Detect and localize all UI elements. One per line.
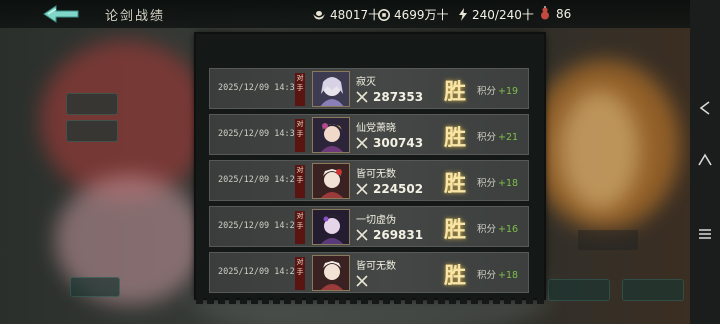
record-time: 2025/12/09 14:25: [218, 175, 300, 185]
score-change: 积分 +18: [477, 267, 518, 281]
opponent-avatar[interactable]: [312, 163, 350, 199]
result-win: 胜: [444, 125, 467, 151]
crossed-swords-icon: [356, 137, 368, 149]
page-title: 论剑战绩: [105, 9, 166, 24]
opponent-power: 300743: [356, 136, 423, 150]
record-time: 2025/12/09 14:23: [218, 221, 300, 231]
score-change: 积分 +21: [477, 129, 518, 143]
back-button[interactable]: [40, 3, 84, 25]
score-delta: +19: [498, 86, 519, 97]
score-change: 积分 +19: [477, 83, 518, 97]
record-row[interactable]: 2025/12/09 14:23 对手 一切虚伪 269831 胜 积分 +16: [209, 206, 529, 247]
ingot-value: 48017十: [330, 8, 381, 22]
score-label: 积分: [477, 270, 497, 281]
opponent-tag: 对手: [295, 165, 305, 198]
opponent-tag: 对手: [295, 211, 305, 244]
opponent-tag: 对手: [295, 257, 305, 290]
crossed-swords-icon: [356, 229, 368, 241]
background-shadow: [578, 230, 638, 250]
score-delta: +18: [498, 178, 519, 189]
opponent-power: 287353: [356, 90, 423, 104]
ingot-icon: [313, 11, 325, 20]
crossed-swords-icon: [356, 183, 368, 195]
background-emblem-highlight: [560, 90, 640, 210]
record-row[interactable]: 2025/12/09 14:21 对手 皆可无数 胜 积分 +18: [209, 252, 529, 293]
panel-torn-edge: [196, 298, 544, 304]
background-button: [66, 120, 118, 142]
crossed-swords-icon: [356, 275, 368, 287]
menu-icon[interactable]: [697, 226, 713, 242]
opponent-name: 一切虚伪: [356, 215, 396, 226]
result-win: 胜: [444, 79, 467, 105]
record-row[interactable]: 2025/12/09 14:30 对手 仙党萧晓 300743 胜 积分 +21: [209, 114, 529, 155]
home-icon[interactable]: [697, 152, 713, 168]
opponent-name: 皆可无数: [356, 169, 396, 180]
score-delta: +16: [498, 224, 519, 235]
score-label: 积分: [477, 86, 497, 97]
coin-icon: [378, 9, 390, 21]
background-button: [548, 279, 610, 301]
record-time: 2025/12/09 14:30: [218, 129, 300, 139]
opponent-name: 寂灭: [356, 77, 376, 88]
opponent-power: 224502: [356, 182, 423, 196]
opponent-tag: 对手: [295, 73, 305, 106]
record-list[interactable]: 2025/12/09 14:31 对手 寂灭 287353 胜 积分 +19 20…: [209, 68, 529, 294]
opponent-avatar[interactable]: [312, 255, 350, 291]
opponent-avatar[interactable]: [312, 209, 350, 245]
opponent-tag: 对手: [295, 119, 305, 152]
crossed-swords-icon: [356, 91, 368, 103]
opponent-power: 269831: [356, 228, 423, 242]
opponent-avatar[interactable]: [312, 71, 350, 107]
top-bar: 论剑战绩 48017十 4699万十 240/240十 86: [0, 0, 690, 28]
ingot-stat: 48017十: [312, 6, 380, 23]
back-icon[interactable]: [697, 100, 713, 116]
power-value: 269831: [373, 228, 424, 242]
stamina-value: 240/240十: [472, 8, 534, 22]
back-arrow-icon: [43, 5, 79, 23]
background-button: [66, 93, 118, 115]
opponent-power: [356, 274, 373, 288]
record-row[interactable]: 2025/12/09 14:25 对手 皆可无数 224502 胜 积分 +18: [209, 160, 529, 201]
score-label: 积分: [477, 132, 497, 143]
score-change: 积分 +18: [477, 175, 518, 189]
score-delta: +21: [498, 132, 519, 143]
background-button: [70, 277, 120, 297]
score-delta: +18: [498, 270, 519, 281]
stamina-stat: 240/240十: [458, 6, 534, 23]
coin-value: 4699万十: [394, 8, 449, 22]
gourd-value: 86: [556, 7, 572, 21]
background-button: [622, 279, 684, 301]
record-time: 2025/12/09 14:31: [218, 83, 300, 93]
system-nav-bar: [690, 0, 720, 324]
power-value: 287353: [373, 90, 424, 104]
record-row[interactable]: 2025/12/09 14:31 对手 寂灭 287353 胜 积分 +19: [209, 68, 529, 109]
record-time: 2025/12/09 14:21: [218, 267, 300, 277]
lightning-icon: [459, 8, 467, 21]
result-win: 胜: [444, 171, 467, 197]
gourd-icon: [541, 6, 549, 20]
score-label: 积分: [477, 224, 497, 235]
result-win: 胜: [444, 263, 467, 289]
coin-stat: 4699万十: [378, 6, 449, 23]
score-label: 积分: [477, 178, 497, 189]
power-value: 224502: [373, 182, 424, 196]
opponent-name: 皆可无数: [356, 261, 396, 272]
result-win: 胜: [444, 217, 467, 243]
power-value: 300743: [373, 136, 424, 150]
opponent-avatar[interactable]: [312, 117, 350, 153]
battle-record-panel: 2025/12/09 14:31 对手 寂灭 287353 胜 积分 +19 20…: [196, 34, 544, 298]
score-change: 积分 +16: [477, 221, 518, 235]
opponent-name: 仙党萧晓: [356, 123, 396, 134]
gourd-stat: 86: [538, 6, 571, 21]
